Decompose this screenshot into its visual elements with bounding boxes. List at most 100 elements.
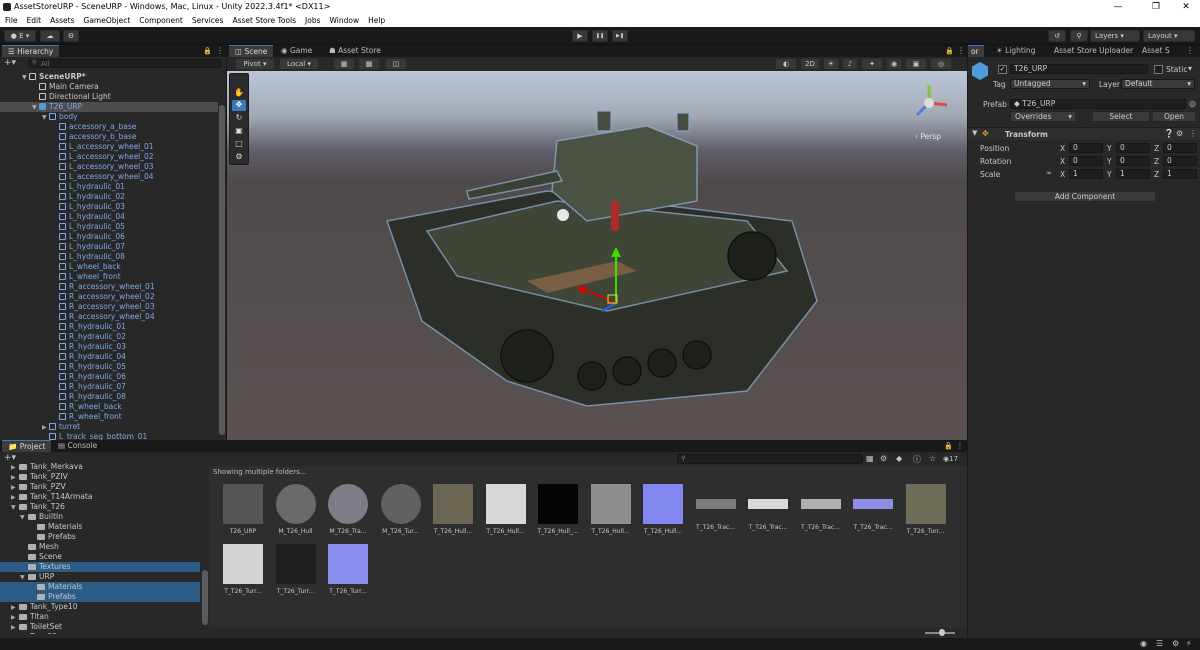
hierarchy-item[interactable]: R_hydraulic_01	[0, 322, 218, 332]
panel-menu-icon[interactable]: ⋮	[956, 441, 964, 450]
audio-icon[interactable]: ♪	[842, 58, 858, 70]
hierarchy-item[interactable]: ▶ turret	[0, 422, 218, 432]
cloud-icon[interactable]: ☁	[40, 30, 60, 42]
tab-asset-store-more[interactable]: Asset S	[1136, 45, 1176, 57]
menu-edit[interactable]: Edit	[27, 14, 42, 27]
asset-item[interactable]: T_T26_Turr...	[904, 484, 948, 535]
tank-model[interactable]	[227, 71, 967, 440]
hierarchy-item[interactable]: L_track_seg_bottom_01	[0, 432, 218, 440]
project-folder-item[interactable]: ▼ URP	[0, 572, 200, 582]
panel-menu-icon[interactable]: ⋮	[957, 46, 965, 55]
pos-x-field[interactable]: 0	[1069, 143, 1103, 153]
camera-icon[interactable]: ▣	[905, 58, 927, 70]
project-folder-item[interactable]: ▶ Tank_Merkava	[0, 462, 200, 472]
draw-mode-icon[interactable]: ◐	[775, 58, 797, 70]
hierarchy-item[interactable]: L_hydraulic_04	[0, 212, 218, 222]
hierarchy-item[interactable]: L_wheel_back	[0, 262, 218, 272]
foldout-arrow-icon[interactable]: ▼	[972, 129, 977, 137]
tab-project[interactable]: 📁 Project	[2, 440, 52, 452]
select-button[interactable]: Select	[1092, 111, 1150, 122]
project-search-input[interactable]	[677, 454, 863, 464]
menu-services[interactable]: Services	[192, 14, 224, 27]
project-folder-item[interactable]: Materials	[0, 522, 200, 532]
hierarchy-item[interactable]: R_hydraulic_07	[0, 382, 218, 392]
persp-label[interactable]: ‹ Persp	[915, 132, 941, 141]
panel-menu-icon[interactable]: ⋮	[1186, 46, 1194, 55]
overrides-dropdown[interactable]: Overrides ▾	[1010, 111, 1076, 122]
info-icon[interactable]: ⓘ	[913, 454, 921, 465]
layers-dropdown[interactable]: Layers ▾	[1090, 30, 1140, 42]
project-folder-item[interactable]: Textures	[0, 562, 200, 572]
pos-y-field[interactable]: 0	[1116, 143, 1150, 153]
tab-game[interactable]: ◉ Game	[275, 45, 318, 57]
hierarchy-item[interactable]: R_accessory_wheel_03	[0, 302, 218, 312]
hierarchy-item[interactable]: R_wheel_front	[0, 412, 218, 422]
debug-icon[interactable]: ⚡	[1186, 639, 1192, 648]
hierarchy-item[interactable]: L_accessory_wheel_03	[0, 162, 218, 172]
play-button[interactable]: ▶	[572, 30, 588, 42]
hierarchy-item[interactable]: L_accessory_wheel_04	[0, 172, 218, 182]
menu-jobs[interactable]: Jobs	[305, 14, 320, 27]
hierarchy-item[interactable]: L_hydraulic_06	[0, 232, 218, 242]
hierarchy-item[interactable]: R_accessory_wheel_01	[0, 282, 218, 292]
asset-item[interactable]: T_T26_Turr...	[221, 544, 265, 595]
asset-item[interactable]: T_T26_Turr...	[326, 544, 370, 595]
layer-dropdown[interactable]: Default ▾	[1121, 79, 1195, 89]
menu-component[interactable]: Component	[139, 14, 183, 27]
tab-asset-store[interactable]: ☗ Asset Store	[323, 45, 387, 57]
minimize-button[interactable]: —	[1108, 1, 1128, 13]
jobs-icon[interactable]: ⚙	[1172, 639, 1179, 648]
scene-viewport[interactable]: ✋ ✥ ↻ ▣ □ ⚙ ‹ Persp	[227, 71, 967, 440]
component-menu-icon[interactable]: ⋮	[1189, 129, 1197, 138]
increment-snap-icon[interactable]: ▩	[358, 58, 380, 70]
baking-icon[interactable]: ☰	[1156, 639, 1163, 648]
step-button[interactable]: ▶❚	[612, 30, 628, 42]
filter-icon[interactable]: ⚙	[880, 454, 887, 463]
grid-snap-icon[interactable]: ▦	[333, 58, 355, 70]
project-folder-item[interactable]: ▼ Tank_T26	[0, 502, 200, 512]
asset-item[interactable]: M_T26_Hull	[274, 484, 318, 535]
asset-item[interactable]: T_T26_Trac...	[746, 484, 790, 531]
local-dropdown[interactable]: Local ▾	[279, 58, 319, 70]
hierarchy-item[interactable]: R_hydraulic_03	[0, 342, 218, 352]
hierarchy-item[interactable]: R_hydraulic_06	[0, 372, 218, 382]
asset-item[interactable]: M_T26_Tur...	[379, 484, 423, 535]
asset-item[interactable]: T_T26_Hull...	[641, 484, 685, 535]
hidden-objects-icon[interactable]: ◉	[886, 58, 902, 70]
hierarchy-item[interactable]: L_hydraulic_05	[0, 222, 218, 232]
hierarchy-item[interactable]: L_hydraulic_03	[0, 202, 218, 212]
hierarchy-item[interactable]: L_accessory_wheel_02	[0, 152, 218, 162]
hierarchy-item[interactable]: accessory_a_base	[0, 122, 218, 132]
zoom-slider-handle[interactable]	[939, 629, 945, 636]
hierarchy-search-input[interactable]	[28, 59, 222, 68]
scl-y-field[interactable]: 1	[1116, 169, 1150, 179]
asset-item[interactable]: T_T26_Hull...	[431, 484, 475, 535]
snap-settings-icon[interactable]: ◫	[385, 58, 407, 70]
prefab-field[interactable]: ◆ T26_URP	[1010, 99, 1186, 109]
project-folder-item[interactable]: ▶ Tank_PZV	[0, 482, 200, 492]
project-folder-item[interactable]: ▶ Tank_PZIV	[0, 472, 200, 482]
asset-item[interactable]: T_T26_Trac...	[799, 484, 843, 531]
hierarchy-item[interactable]: L_hydraulic_07	[0, 242, 218, 252]
favorite-icon[interactable]: ☆	[929, 454, 936, 463]
static-dropdown-icon[interactable]: ▾	[1188, 64, 1192, 73]
tab-lighting[interactable]: ☀ Lighting	[990, 45, 1041, 57]
project-folder-item[interactable]: Scene	[0, 552, 200, 562]
project-folder-item[interactable]: ▶ Type99	[0, 632, 200, 634]
effects-icon[interactable]: ✦	[861, 58, 883, 70]
asset-item[interactable]: T_T26_Hull_...	[536, 484, 580, 535]
asset-item[interactable]: M_T26_Tra...	[326, 484, 370, 535]
project-folder-item[interactable]: Prefabs	[0, 592, 200, 602]
hierarchy-item[interactable]: ▼ SceneURP*	[0, 72, 218, 82]
lock-icon[interactable]: 🔒	[203, 47, 212, 55]
lock-icon[interactable]: 🔒	[944, 442, 953, 450]
hierarchy-item[interactable]: R_hydraulic_02	[0, 332, 218, 342]
help-icon[interactable]: ❔	[1164, 129, 1174, 138]
panel-menu-icon[interactable]: ⋮	[216, 46, 224, 55]
gizmos-icon[interactable]: ◎	[930, 58, 952, 70]
asset-item[interactable]: T_T26_Hull...	[484, 484, 528, 535]
active-checkbox[interactable]: ✓	[998, 65, 1007, 74]
menu-file[interactable]: File	[5, 14, 18, 27]
project-folder-item[interactable]: ▼ BuiltIn	[0, 512, 200, 522]
menu-assets[interactable]: Assets	[50, 14, 74, 27]
